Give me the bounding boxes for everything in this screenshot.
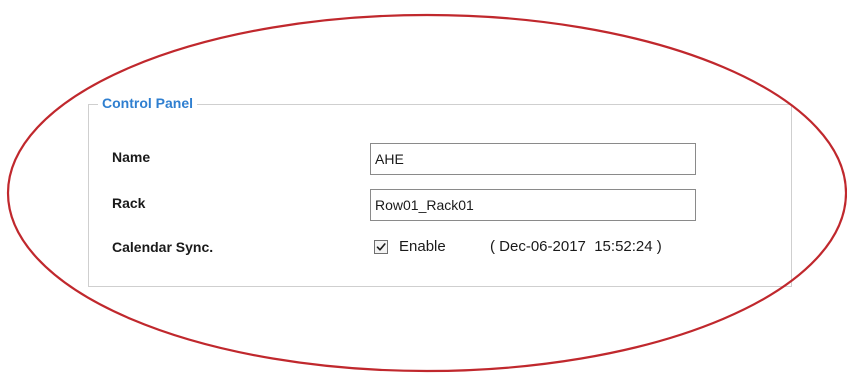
enable-checkbox[interactable] <box>374 240 388 254</box>
control-panel-legend: Control Panel <box>98 94 198 112</box>
sync-timestamp: ( Dec-06-2017 15:52:24 ) <box>490 238 662 255</box>
enable-checkbox-label[interactable]: Enable <box>399 237 446 257</box>
screenshot-canvas: Control Panel Name AHE Rack Row01_Rack01… <box>0 0 847 376</box>
rack-label: Rack <box>112 195 146 211</box>
name-label: Name <box>112 149 151 165</box>
calendar-sync-label: Calendar Sync. <box>112 239 214 255</box>
name-input[interactable]: AHE <box>370 143 696 175</box>
rack-input[interactable]: Row01_Rack01 <box>370 189 696 221</box>
checkmark-icon <box>376 243 386 251</box>
